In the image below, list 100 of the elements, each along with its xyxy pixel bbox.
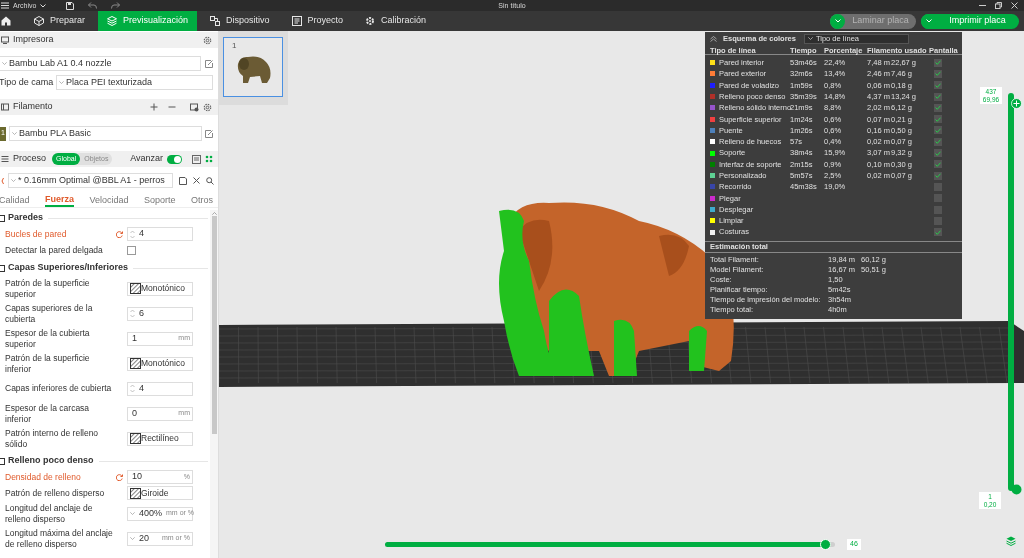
input-field[interactable]: 4 <box>127 381 193 396</box>
group-title: Capas Superiores/Inferiores <box>8 261 129 275</box>
caret-icon <box>12 132 17 135</box>
reset-icon[interactable] <box>116 230 123 238</box>
group-icon <box>0 264 5 272</box>
caret-icon <box>130 512 135 515</box>
setting-label: Patrón de la superficie inferior <box>5 352 91 375</box>
scrollbar-thumb[interactable] <box>211 216 217 434</box>
checkbox[interactable] <box>934 194 942 203</box>
checkbox[interactable] <box>127 245 136 255</box>
checkbox[interactable] <box>934 115 942 124</box>
setting-label: Patrón interno de relleno sólido <box>5 427 100 450</box>
tab[interactable]: Preparar <box>25 11 94 31</box>
checkbox[interactable] <box>934 149 942 157</box>
list-view-icon[interactable] <box>192 154 201 164</box>
layers-icon <box>107 16 117 26</box>
pattern-icon <box>130 283 141 294</box>
settings-tab[interactable]: Soporte <box>143 193 176 207</box>
caret-icon[interactable] <box>40 3 47 8</box>
checkbox[interactable] <box>934 81 942 90</box>
move-slider[interactable] <box>385 539 835 550</box>
toggle-switch[interactable] <box>167 154 182 164</box>
settings-tab[interactable]: Calidad <box>0 193 30 207</box>
setting-label: Longitud del anclaje de relleno disperso <box>5 502 94 525</box>
reset-icon[interactable] <box>0 176 4 185</box>
input-field[interactable]: Monotónico <box>127 281 193 296</box>
checkbox[interactable] <box>934 205 942 214</box>
checkbox[interactable] <box>934 58 942 67</box>
plate-number: 1 <box>232 40 237 52</box>
setting-label: Espesor de la carcasa inferior <box>5 402 91 425</box>
settings-tab[interactable]: Fuerza <box>45 193 74 207</box>
input-field[interactable]: Giroide <box>127 486 193 500</box>
reset-icon[interactable] <box>116 473 123 481</box>
plate-thumbnail[interactable]: 1 <box>223 37 283 97</box>
cube-icon <box>34 16 44 26</box>
spool-icon <box>1 103 9 111</box>
checkbox[interactable] <box>934 228 942 237</box>
checkbox[interactable] <box>934 92 942 101</box>
caret-icon <box>11 179 16 182</box>
setting-label: Longitud máxima del anclaje de relleno disperso <box>5 527 114 550</box>
redo-icon[interactable] <box>111 2 121 9</box>
edit-icon[interactable] <box>205 129 213 138</box>
checkbox[interactable] <box>934 103 942 112</box>
settings-tab[interactable]: Velocidad <box>89 193 129 207</box>
minimize-icon[interactable] <box>979 2 986 9</box>
checkbox[interactable] <box>934 216 942 225</box>
input-field[interactable]: Rectilíneo <box>127 431 193 446</box>
dropdown[interactable]: * 0.16mm Optimal @BBL A1 - perros <box>8 173 173 188</box>
checkbox[interactable] <box>934 160 942 169</box>
group-icon <box>0 214 5 222</box>
checkbox[interactable] <box>934 69 942 78</box>
dropdown[interactable]: Bambu PLA Basic <box>9 126 202 141</box>
caret-icon <box>59 81 64 84</box>
pattern-icon <box>130 358 141 369</box>
plus-icon[interactable] <box>150 103 158 111</box>
document-icon <box>291 16 302 26</box>
scroll-up-icon[interactable] <box>211 212 217 215</box>
setting-label: Bucles de pared <box>5 228 68 240</box>
slider-handle[interactable] <box>1011 98 1022 109</box>
save-icon[interactable] <box>179 176 187 185</box>
slider-handle[interactable] <box>1011 484 1022 495</box>
menu-icon[interactable] <box>1 2 9 9</box>
tab[interactable]: Proyecto <box>282 11 353 31</box>
section-title: Filamento <box>13 100 54 114</box>
checkbox[interactable] <box>934 137 942 146</box>
group-title: Relleno poco denso <box>8 454 94 468</box>
edit-icon[interactable] <box>205 59 213 68</box>
layers-icon[interactable] <box>1006 536 1016 546</box>
setting-label: Capas superiores de la cubierta <box>5 302 94 325</box>
undo-icon[interactable] <box>88 2 98 9</box>
section-title: Impresora <box>13 33 55 47</box>
setting-label: Detectar la pared delgada <box>5 244 104 256</box>
restore-icon[interactable] <box>995 2 1002 9</box>
pattern-icon <box>130 433 141 444</box>
dropdown[interactable]: Placa PEI texturizada <box>56 75 213 90</box>
checkbox[interactable] <box>934 171 942 180</box>
input-field[interactable]: 4 <box>127 227 193 241</box>
setting-label: Capas inferiores de cubierta <box>5 383 113 394</box>
dropdown[interactable]: Bambu Lab A1 0.4 nozzle <box>0 56 201 71</box>
close-icon[interactable] <box>193 177 200 184</box>
minus-icon[interactable] <box>168 103 176 111</box>
input-field[interactable]: 6 <box>127 306 193 321</box>
collapse-icon[interactable] <box>710 35 717 42</box>
device-icon <box>210 16 221 26</box>
settings-tab[interactable]: Otros <box>190 193 213 207</box>
settings-icon[interactable] <box>203 35 212 45</box>
settings-icon[interactable] <box>203 102 212 112</box>
input-field[interactable]: Monotónico <box>127 356 193 371</box>
search-icon[interactable] <box>206 176 214 185</box>
checkbox[interactable] <box>934 126 942 135</box>
home-icon[interactable] <box>1 16 11 26</box>
tab[interactable]: Calibración <box>356 11 436 31</box>
grid-icon[interactable] <box>205 155 213 163</box>
caret-icon <box>2 62 7 65</box>
sync-icon[interactable] <box>190 102 199 112</box>
caret-icon <box>130 537 135 540</box>
checkbox[interactable] <box>934 182 942 191</box>
tab[interactable]: Dispositivo <box>201 11 279 31</box>
field-label: Tipo de cama <box>0 75 55 89</box>
switch-label: Avanzar <box>130 152 163 166</box>
